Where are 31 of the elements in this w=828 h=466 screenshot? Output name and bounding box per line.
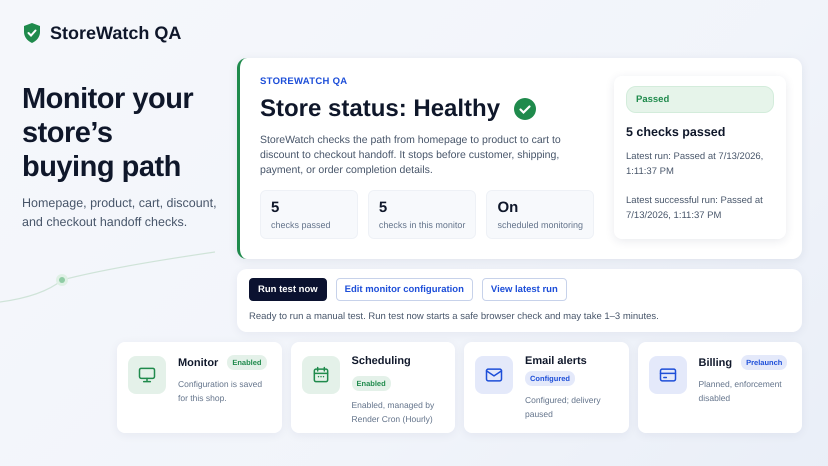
feature-title: Billing: [698, 356, 732, 368]
feature-description: Planned, enforcement disabled: [698, 378, 783, 405]
status-description: StoreWatch checks the path from homepage to product to cart to discount to checkout handoff. It stops before customer, shipping, payment, or order completion details.: [260, 133, 562, 178]
stat-label: scheduled monitoring: [497, 220, 583, 230]
card-eyebrow: STOREWATCH QA: [260, 76, 348, 87]
primary-button[interactable]: Run test now: [249, 278, 327, 301]
stat-label: checks passed: [271, 220, 332, 230]
stat-value: On: [497, 199, 520, 216]
shield-check-icon: [22, 22, 42, 44]
monitor-icon: [137, 365, 157, 385]
secondary-button[interactable]: View latest run: [482, 278, 567, 301]
hero-heading: Monitor your store’s buying path: [22, 82, 194, 184]
hero-subtitle: Homepage, product, cart, discount, and checkout handoff checks.: [22, 195, 218, 231]
actions-note: Ready to run a manual test. Run test now starts a safe browser check and may take 1–3 minutes.: [249, 311, 660, 322]
latest-success-text: Latest successful run: Passed at 7/13/2026, 1:11:37 PM: [626, 194, 764, 223]
stat-value: 5: [271, 199, 280, 216]
secondary-button[interactable]: Edit monitor configuration: [336, 278, 473, 301]
stat-label: checks in this monitor: [378, 220, 466, 230]
feature-title: Email alerts: [525, 355, 587, 367]
brand-name: StoreWatch QA: [50, 22, 182, 44]
feature-title: Monitor: [178, 356, 218, 368]
feature-description: Configuration is saved for this shop.: [178, 378, 264, 405]
calendar-icon: [310, 365, 330, 385]
latest-run-text: Latest run: Passed at 7/13/2026, 1:11:37 PM: [626, 150, 764, 179]
feature-title: Scheduling: [352, 355, 411, 367]
status-title: Store status: Healthy: [260, 95, 500, 123]
feature-description: Configured; delivery paused: [525, 394, 602, 421]
status-badge: Passed: [626, 86, 774, 113]
summary-headline: 5 checks passed: [626, 125, 726, 139]
stat-value: 5: [378, 199, 388, 216]
feature-description: Enabled, managed by Render Cron (Hourly): [352, 399, 436, 426]
